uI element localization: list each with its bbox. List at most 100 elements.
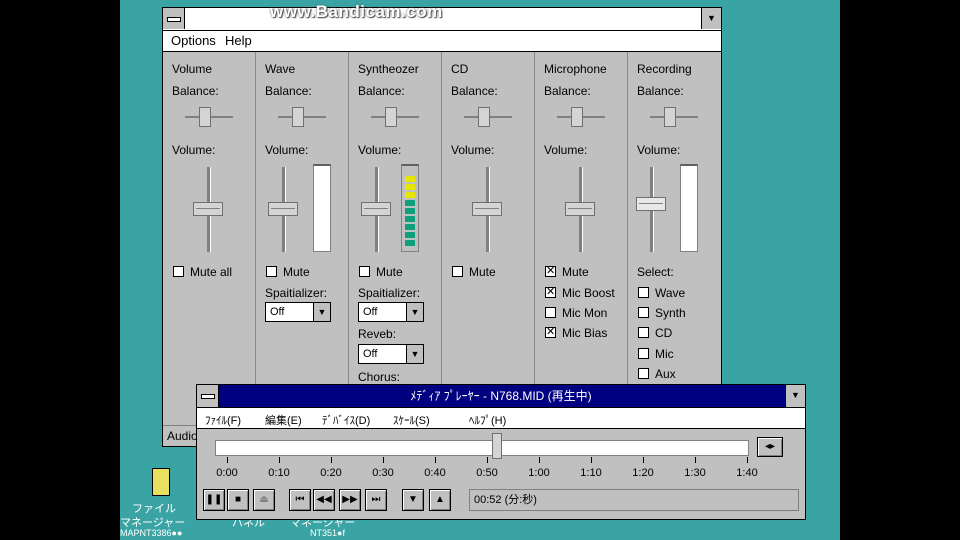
select-label: Select: (637, 265, 674, 279)
spatializer-select[interactable]: Off ▼ (265, 302, 331, 322)
rewind-button[interactable]: ◀◀ (313, 489, 335, 511)
checkbox-label: Mute (376, 265, 403, 279)
footer-text: NT351●f (310, 528, 345, 538)
balance-slider[interactable] (292, 107, 304, 127)
mute-checkbox[interactable] (359, 266, 370, 277)
record-aux-checkbox[interactable] (638, 368, 649, 379)
mic-bias-checkbox[interactable]: ✕ (545, 327, 556, 338)
mute-all-checkbox[interactable] (173, 266, 184, 277)
balance-slider[interactable] (478, 107, 490, 127)
scale-label: 1:00 (528, 467, 550, 479)
volume-slider[interactable] (361, 202, 391, 216)
checkbox-label: Mic Bias (562, 326, 608, 340)
eject-button: ⏏ (253, 489, 275, 511)
position-track[interactable] (215, 440, 749, 456)
volume-slider[interactable] (565, 202, 595, 216)
spatializer-select[interactable]: Off ▼ (358, 302, 424, 322)
mute-checkbox[interactable]: ✕ (545, 266, 556, 277)
checkbox-label: Mute all (190, 265, 233, 279)
checkbox-label: Wave (655, 286, 686, 300)
dropdown-arrow-icon[interactable]: ▼ (313, 303, 330, 321)
player-title: ﾒﾃﾞｨｱ ﾌﾟﾚｰﾔｰ - N768.MID (再生中) (410, 389, 592, 403)
volume-slider[interactable] (636, 197, 666, 211)
channel-title: Wave (265, 62, 296, 76)
minimize-icon[interactable]: ▼ (785, 385, 805, 407)
combo-label: Spaitializer: (265, 286, 328, 300)
checkbox-label: Mute (562, 265, 589, 279)
mark-in-button[interactable]: ▼ (402, 489, 424, 511)
dropdown-arrow-icon[interactable]: ▼ (406, 345, 423, 363)
balance-slider[interactable] (385, 107, 397, 127)
combo-value: Off (363, 306, 378, 318)
menu-scale[interactable]: ｽｹｰﾙ(S) (393, 412, 430, 428)
record-wave-checkbox[interactable] (638, 287, 649, 298)
mute-checkbox[interactable] (452, 266, 463, 277)
combo-label: Reveb: (358, 327, 397, 341)
menu-device[interactable]: ﾃﾞﾊﾞｲｽ(D) (322, 412, 370, 428)
channel-title: Recording (637, 62, 692, 76)
minimize-icon[interactable]: ▼ (701, 8, 721, 29)
menu-help[interactable]: ﾍﾙﾌﾟ(H) (469, 412, 506, 428)
scale-tick (643, 457, 644, 463)
volume-label: Volume: (637, 143, 681, 157)
reverb-select[interactable]: Off ▼ (358, 344, 424, 364)
prev-mark-button[interactable]: ⏮ (289, 489, 311, 511)
record-synth-checkbox[interactable] (638, 307, 649, 318)
scale-label: 0:30 (372, 467, 394, 479)
position-slider[interactable] (492, 433, 503, 459)
scale-label: 0:50 (476, 467, 498, 479)
scale-label: 1:40 (736, 467, 758, 479)
scale-tick (435, 457, 436, 463)
volume-control-window: ▼ Options Help Volume Balance: Volume: M… (162, 7, 722, 447)
level-meter (401, 164, 419, 252)
mic-boost-checkbox[interactable]: ✕ (545, 287, 556, 298)
record-cd-checkbox[interactable] (638, 327, 649, 338)
menu-options[interactable]: Options (171, 33, 216, 48)
balance-label: Balance: (265, 84, 312, 98)
scroll-arrows-button[interactable]: ◂▸ (757, 437, 783, 457)
checkbox-label: Mute (283, 265, 310, 279)
player-titlebar[interactable]: ﾒﾃﾞｨｱ ﾌﾟﾚｰﾔｰ - N768.MID (再生中) ▼ (197, 385, 805, 408)
volume-slider[interactable] (472, 202, 502, 216)
record-mic-checkbox[interactable] (638, 348, 649, 359)
channel-title: CD (451, 62, 469, 76)
system-menu-icon[interactable] (197, 385, 219, 407)
scale-label: 1:30 (684, 467, 706, 479)
scale-tick (279, 457, 280, 463)
balance-label: Balance: (172, 84, 219, 98)
scale-tick (747, 457, 748, 463)
balance-slider[interactable] (664, 107, 676, 127)
next-mark-button[interactable]: ⏭ (365, 489, 387, 511)
channel-title: Microphone (544, 62, 607, 76)
channel-title: Syntheozer (358, 62, 419, 76)
menu-file[interactable]: ﾌｧｲﾙ(F) (205, 412, 241, 428)
scale-label: 0:40 (424, 467, 446, 479)
scale-label: 0:20 (320, 467, 342, 479)
pause-button[interactable]: ❚❚ (203, 489, 225, 511)
menu-help[interactable]: Help (225, 33, 252, 48)
volume-slider[interactable] (193, 202, 223, 216)
scale-label: 1:20 (632, 467, 654, 479)
player-menubar: ﾌｧｲﾙ(F) 編集(E) ﾃﾞﾊﾞｲｽ(D) ｽｹｰﾙ(S) ﾍﾙﾌﾟ(H) (197, 408, 805, 429)
checkbox-label: Aux (655, 367, 676, 381)
balance-label: Balance: (637, 84, 684, 98)
scale-tick (383, 457, 384, 463)
dropdown-arrow-icon[interactable]: ▼ (406, 303, 423, 321)
volume-slider[interactable] (268, 202, 298, 216)
balance-slider[interactable] (571, 107, 583, 127)
combo-value: Off (363, 348, 378, 360)
checkbox-label: Mic Mon (562, 306, 608, 320)
balance-slider[interactable] (199, 107, 211, 127)
menu-edit[interactable]: 編集(E) (265, 412, 302, 428)
mute-checkbox[interactable] (266, 266, 277, 277)
fast-forward-button[interactable]: ▶▶ (339, 489, 361, 511)
mic-mon-checkbox[interactable] (545, 307, 556, 318)
scale-label: 1:10 (580, 467, 602, 479)
file-manager-icon[interactable] (152, 468, 170, 496)
scale-tick (487, 457, 488, 463)
stop-button[interactable]: ■ (227, 489, 249, 511)
volume-label: Volume: (172, 143, 216, 157)
mark-out-button[interactable]: ▲ (429, 489, 451, 511)
system-menu-icon[interactable] (163, 8, 185, 29)
mixer-menubar: Options Help (163, 31, 721, 52)
